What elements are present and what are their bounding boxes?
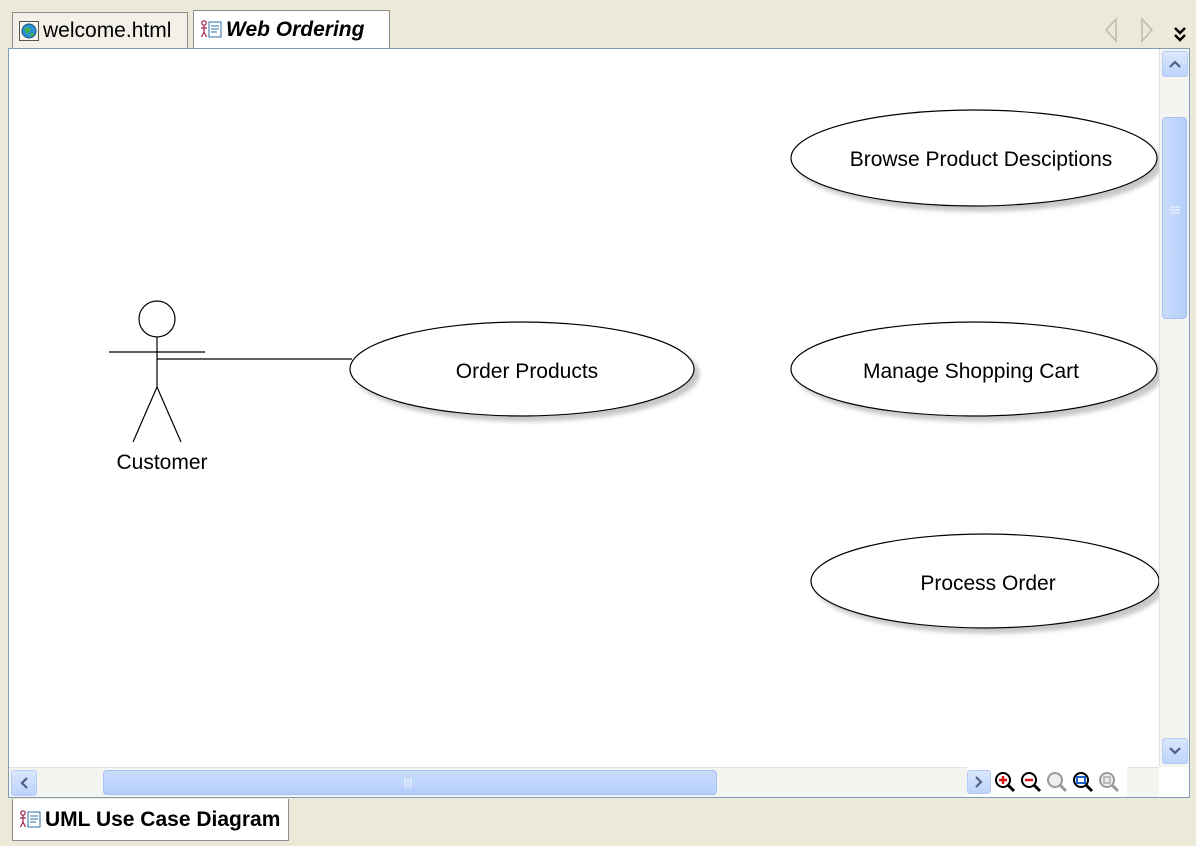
use-case-diagram-icon — [19, 809, 41, 830]
zoom-select-button[interactable] — [1097, 769, 1121, 795]
tab-label: welcome.html — [43, 18, 172, 42]
zoom-toolbar — [967, 767, 1127, 797]
chevron-right-icon — [975, 776, 983, 788]
use-case-diagram: Customer Browse Product Desciptions Orde… — [109, 109, 1159, 629]
use-case-process-order[interactable]: Process Order — [810, 533, 1159, 629]
zoom-select-icon — [1099, 772, 1120, 793]
tab-uml-use-case-diagram[interactable]: UML Use Case Diagram — [12, 799, 290, 841]
zoom-in-icon — [995, 772, 1016, 793]
grip-icon — [404, 777, 414, 792]
zoom-to-fit-button[interactable] — [1071, 769, 1095, 795]
tab-welcome-html[interactable]: welcome.html — [12, 12, 188, 48]
zoom-out-button[interactable] — [1019, 769, 1043, 795]
use-case-diagram-icon — [200, 19, 222, 40]
editor-tab-bar: welcome.html Web Ordering — [0, 0, 1196, 50]
tab-web-ordering[interactable]: Web Ordering — [193, 10, 390, 48]
use-case-label: Manage Shopping Cart — [863, 360, 1079, 383]
diagram-canvas[interactable]: Customer Browse Product Desciptions Orde… — [8, 48, 1190, 798]
chevron-down-icon — [1169, 747, 1181, 755]
scroll-tabs-left-icon[interactable] — [1103, 16, 1119, 52]
actor-name-label: Customer — [116, 451, 207, 474]
bottom-tab-label: UML Use Case Diagram — [45, 807, 281, 831]
use-case-label: Browse Product Desciptions — [850, 148, 1113, 171]
use-case-order-products[interactable]: Order Products — [349, 321, 695, 417]
scroll-tabs-right-icon[interactable] — [1139, 16, 1155, 52]
zoom-reset-button[interactable] — [1045, 769, 1069, 795]
grip-icon — [1169, 206, 1181, 219]
vertical-scroll-thumb[interactable] — [1162, 117, 1187, 319]
zoom-out-icon — [1021, 772, 1042, 793]
chevron-up-icon — [1169, 60, 1181, 68]
use-case-label: Process Order — [920, 572, 1055, 595]
tab-label: Web Ordering — [226, 17, 365, 41]
zoom-to-fit-icon — [1073, 772, 1094, 793]
use-case-manage-shopping-cart[interactable]: Manage Shopping Cart — [790, 321, 1158, 417]
chevron-left-icon — [20, 777, 28, 789]
zoom-reset-icon — [1047, 772, 1068, 793]
zoom-in-button[interactable] — [993, 769, 1017, 795]
scroll-left-button[interactable] — [11, 770, 37, 796]
scroll-right-button[interactable] — [967, 770, 991, 794]
actor-customer[interactable]: Customer — [109, 300, 208, 474]
horizontal-scroll-thumb[interactable] — [103, 770, 717, 795]
globe-icon — [19, 20, 39, 41]
use-case-browse-product-descriptions[interactable]: Browse Product Desciptions — [790, 109, 1158, 207]
scroll-up-button[interactable] — [1162, 51, 1188, 77]
use-case-label: Order Products — [456, 360, 598, 383]
scroll-down-button[interactable] — [1162, 738, 1188, 764]
vertical-scrollbar[interactable] — [1159, 49, 1189, 767]
